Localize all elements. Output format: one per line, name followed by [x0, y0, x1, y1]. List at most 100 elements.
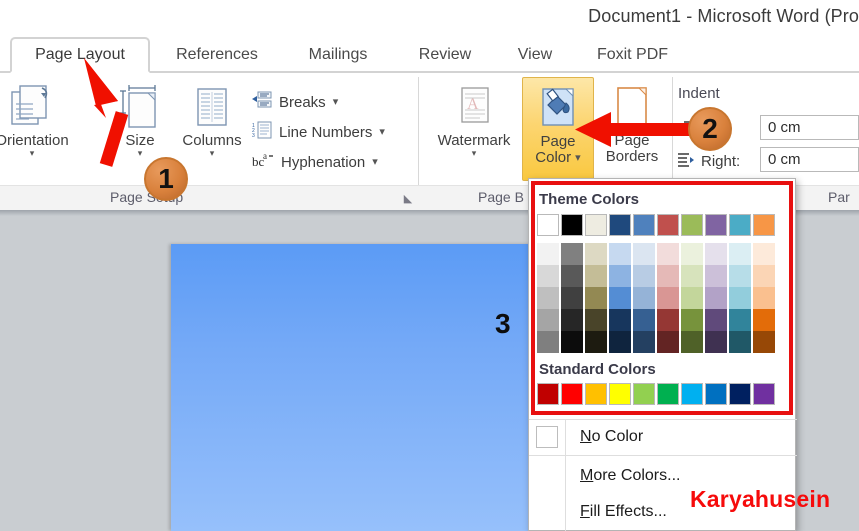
theme-shade-swatch[interactable] — [561, 309, 583, 331]
line-numbers-button[interactable]: 123 Line Numbers ▾ — [252, 117, 385, 147]
standard-color-swatch[interactable] — [657, 383, 679, 405]
chevron-down-icon[interactable]: ▾ — [372, 156, 378, 167]
theme-shade-swatch[interactable] — [633, 331, 655, 353]
theme-shade-swatch[interactable] — [705, 265, 727, 287]
indent-right-input[interactable]: 0 cm — [760, 147, 859, 172]
theme-shade-swatch[interactable] — [609, 287, 631, 309]
theme-shade-swatch[interactable] — [729, 331, 751, 353]
theme-shade-swatch[interactable] — [681, 309, 703, 331]
theme-shade-swatch[interactable] — [681, 243, 703, 265]
theme-shade-swatch[interactable] — [537, 309, 559, 331]
theme-shade-swatch[interactable] — [537, 265, 559, 287]
theme-shade-swatch[interactable] — [705, 331, 727, 353]
chevron-down-icon[interactable]: ▾ — [30, 149, 35, 158]
theme-colors-shades-grid[interactable] — [537, 243, 775, 353]
theme-colors-main-row[interactable] — [537, 214, 775, 236]
theme-color-swatch[interactable] — [705, 214, 727, 236]
theme-shade-swatch[interactable] — [561, 331, 583, 353]
svg-text:3: 3 — [252, 133, 255, 139]
chevron-down-icon[interactable]: ▾ — [575, 152, 581, 163]
tab-review[interactable]: Review — [400, 37, 490, 73]
standard-colors-row[interactable] — [537, 383, 775, 405]
tab-mailings[interactable]: Mailings — [288, 37, 388, 73]
theme-color-swatch[interactable] — [729, 214, 751, 236]
page-setup-dialog-launcher[interactable]: ◣ — [402, 193, 414, 205]
standard-color-swatch[interactable] — [609, 383, 631, 405]
theme-shade-swatch[interactable] — [753, 309, 775, 331]
theme-shade-swatch[interactable] — [633, 243, 655, 265]
orientation-button[interactable]: Orientation ▾ — [0, 77, 72, 181]
breaks-button[interactable]: Breaks ▾ — [252, 87, 338, 117]
theme-shade-swatch[interactable] — [561, 265, 583, 287]
theme-shade-swatch[interactable] — [585, 309, 607, 331]
standard-color-swatch[interactable] — [681, 383, 703, 405]
theme-shade-swatch[interactable] — [729, 287, 751, 309]
theme-shade-swatch[interactable] — [729, 265, 751, 287]
chevron-down-icon[interactable]: ▾ — [472, 149, 477, 158]
theme-shade-swatch[interactable] — [681, 331, 703, 353]
theme-shade-swatch[interactable] — [657, 331, 679, 353]
theme-shade-swatch[interactable] — [561, 287, 583, 309]
theme-shade-swatch[interactable] — [705, 309, 727, 331]
theme-shade-swatch[interactable] — [537, 243, 559, 265]
theme-shade-swatch[interactable] — [585, 287, 607, 309]
theme-shade-swatch[interactable] — [681, 265, 703, 287]
chevron-down-icon[interactable]: ▾ — [379, 126, 385, 137]
theme-shade-swatch[interactable] — [657, 287, 679, 309]
standard-color-swatch[interactable] — [537, 383, 559, 405]
theme-shade-swatch[interactable] — [657, 243, 679, 265]
theme-shade-swatch[interactable] — [609, 265, 631, 287]
theme-shade-swatch[interactable] — [753, 243, 775, 265]
chevron-down-icon[interactable]: ▾ — [333, 96, 339, 107]
theme-shade-swatch[interactable] — [657, 265, 679, 287]
standard-color-swatch[interactable] — [729, 383, 751, 405]
hyphenation-button[interactable]: bc a Hyphenation ▾ — [252, 147, 378, 177]
theme-shade-swatch[interactable] — [633, 265, 655, 287]
theme-shade-swatch[interactable] — [585, 331, 607, 353]
theme-shade-swatch[interactable] — [609, 243, 631, 265]
theme-color-swatch[interactable] — [753, 214, 775, 236]
theme-shade-swatch[interactable] — [633, 287, 655, 309]
theme-shade-swatch[interactable] — [753, 331, 775, 353]
theme-shade-swatch[interactable] — [609, 309, 631, 331]
theme-shade-swatch[interactable] — [609, 331, 631, 353]
tab-view[interactable]: View — [500, 37, 570, 73]
theme-color-swatch[interactable] — [537, 214, 559, 236]
theme-shade-swatch[interactable] — [657, 309, 679, 331]
menu-item-no-color[interactable]: No Color — [529, 420, 797, 454]
theme-color-swatch[interactable] — [657, 214, 679, 236]
indent-right-icon — [678, 152, 695, 171]
theme-shade-swatch[interactable] — [585, 265, 607, 287]
standard-color-swatch[interactable] — [561, 383, 583, 405]
word-window: Document1 - Microsoft Word (Pro Page Lay… — [0, 0, 859, 531]
theme-color-swatch[interactable] — [681, 214, 703, 236]
no-color-label: No Color — [580, 428, 644, 445]
hyphenation-icon: bc a — [252, 151, 274, 173]
standard-color-swatch[interactable] — [585, 383, 607, 405]
theme-color-swatch[interactable] — [633, 214, 655, 236]
theme-shade-swatch[interactable] — [705, 243, 727, 265]
theme-shade-swatch[interactable] — [729, 243, 751, 265]
theme-shade-swatch[interactable] — [729, 309, 751, 331]
theme-color-swatch[interactable] — [561, 214, 583, 236]
theme-shade-swatch[interactable] — [753, 287, 775, 309]
theme-shade-swatch[interactable] — [561, 243, 583, 265]
theme-color-swatch[interactable] — [609, 214, 631, 236]
theme-shade-swatch[interactable] — [705, 287, 727, 309]
theme-color-swatch[interactable] — [585, 214, 607, 236]
tab-foxit-pdf[interactable]: Foxit PDF — [580, 37, 685, 73]
chevron-down-icon[interactable]: ▾ — [210, 149, 215, 158]
standard-color-swatch[interactable] — [705, 383, 727, 405]
theme-shade-swatch[interactable] — [681, 287, 703, 309]
theme-shade-swatch[interactable] — [585, 243, 607, 265]
indent-left-input[interactable]: 0 cm — [760, 115, 859, 140]
standard-color-swatch[interactable] — [753, 383, 775, 405]
standard-color-swatch[interactable] — [633, 383, 655, 405]
badge-number: 2 — [702, 113, 718, 144]
theme-shade-swatch[interactable] — [633, 309, 655, 331]
theme-shade-swatch[interactable] — [753, 265, 775, 287]
theme-shade-swatch[interactable] — [537, 331, 559, 353]
theme-shade-swatch[interactable] — [537, 287, 559, 309]
watermark-button[interactable]: A Watermark ▾ — [434, 77, 514, 181]
page-color-dropdown-menu[interactable]: Theme Colors Standard Colors No Color Mo… — [528, 178, 797, 531]
